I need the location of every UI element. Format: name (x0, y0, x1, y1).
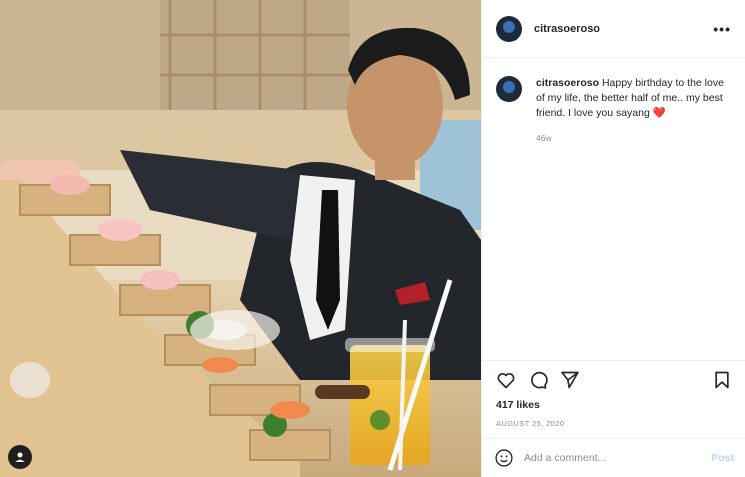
post-sidebar: citrasoeroso ••• citrasoeroso Happy birt… (481, 0, 745, 477)
bookmark-icon (715, 371, 729, 389)
post-button[interactable]: Post (711, 452, 734, 464)
comment-button[interactable] (528, 370, 548, 390)
photo-illustration (0, 0, 481, 477)
instagram-post: citrasoeroso ••• citrasoeroso Happy birt… (0, 0, 745, 477)
likes-count[interactable]: 417 likes (482, 399, 745, 411)
heart-icon (497, 373, 515, 389)
send-icon (561, 371, 579, 389)
caption-text: citrasoeroso Happy birthday to the love … (536, 76, 726, 121)
post-date: AUGUST 25, 2020 (496, 419, 565, 428)
action-bar: 417 likes AUGUST 25, 2020 (482, 360, 745, 428)
like-button[interactable] (496, 370, 516, 390)
caption: citrasoeroso Happy birthday to the love … (482, 58, 745, 121)
user-icon (15, 452, 25, 462)
comment-input[interactable]: Add a comment... (524, 452, 606, 464)
share-button[interactable] (560, 370, 580, 390)
save-button[interactable] (712, 370, 732, 390)
emoji-button[interactable] (494, 448, 514, 468)
post-header: citrasoeroso ••• (482, 0, 745, 58)
more-horizontal-icon[interactable]: ••• (713, 21, 731, 37)
username-link[interactable]: citrasoeroso (534, 23, 600, 35)
comment-icon (531, 371, 548, 389)
post-photo[interactable] (0, 0, 481, 477)
heart-emoji: ❤️ (652, 107, 666, 119)
time-ago[interactable]: 46w (536, 133, 745, 143)
avatar[interactable] (496, 15, 522, 42)
smiley-icon (495, 449, 513, 467)
comment-form: Add a comment... Post (482, 438, 745, 477)
caption-username[interactable]: citrasoeroso (536, 77, 599, 89)
caption-avatar[interactable] (496, 76, 522, 102)
tagged-users-button[interactable] (8, 445, 32, 469)
